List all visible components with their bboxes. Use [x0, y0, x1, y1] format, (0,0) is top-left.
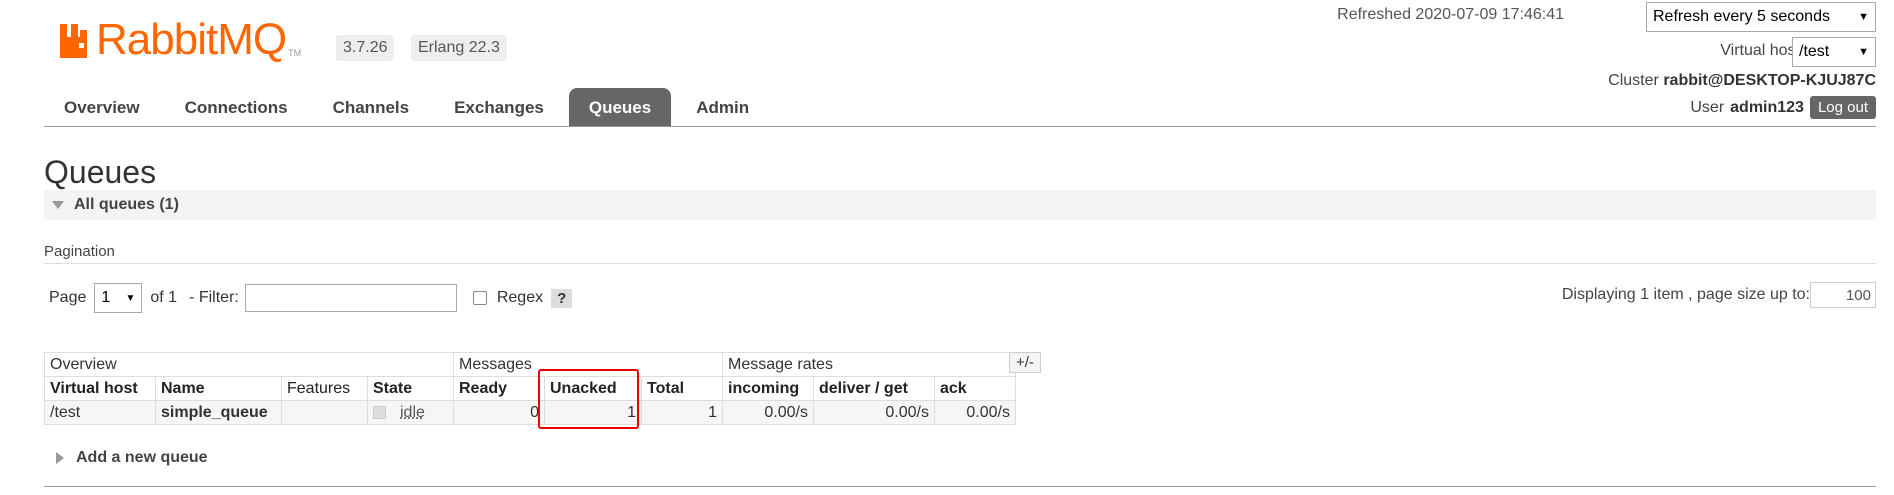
cell-ack: 0.00/s: [934, 400, 1016, 425]
pagination-controls: Page 1 ▼ of 1 - Filter: Regex ?: [49, 283, 573, 313]
user-value: admin123: [1730, 98, 1804, 116]
tab-channels[interactable]: Channels: [313, 88, 430, 126]
col-incoming[interactable]: incoming: [722, 376, 814, 401]
dropdown-arrow-icon: ▼: [1858, 46, 1869, 58]
cluster-value: rabbit@DESKTOP-KJUJ87C: [1663, 72, 1876, 89]
col-features: Features: [281, 376, 368, 401]
all-queues-section-bar[interactable]: [44, 190, 1876, 220]
col-state[interactable]: State: [367, 376, 454, 401]
all-queues-toggle[interactable]: All queues (1): [52, 196, 179, 214]
cluster-info: Cluster rabbit@DESKTOP-KJUJ87C: [1608, 72, 1876, 90]
highlight-annotation: [538, 369, 639, 429]
all-queues-label: All queues (1): [74, 196, 179, 213]
pagination-heading: Pagination: [44, 243, 115, 260]
logout-button[interactable]: Log out: [1809, 96, 1876, 119]
tab-divider: [44, 126, 1876, 127]
expand-triangle-icon: [56, 452, 64, 464]
col-ack[interactable]: ack: [934, 376, 1016, 401]
main-nav-tabs: Overview Connections Channels Exchanges …: [44, 88, 774, 126]
user-info: User admin123 Log out: [1690, 96, 1876, 119]
add-queue-label: Add a new queue: [76, 449, 208, 466]
col-deliver-get[interactable]: deliver / get: [813, 376, 935, 401]
tab-exchanges[interactable]: Exchanges: [434, 88, 564, 126]
pagination-divider: [44, 263, 1876, 264]
page-size-input[interactable]: 100: [1810, 282, 1876, 308]
tab-overview[interactable]: Overview: [44, 88, 160, 126]
regex-checkbox[interactable]: [472, 291, 487, 305]
state-value[interactable]: idle: [400, 404, 425, 421]
user-label: User: [1690, 98, 1725, 116]
tab-connections[interactable]: Connections: [165, 88, 308, 126]
cell-incoming: 0.00/s: [722, 400, 814, 425]
group-header-message-rates: Message rates: [722, 352, 1016, 377]
page-label: Page: [49, 289, 87, 306]
vhost-select[interactable]: /test ▼: [1792, 37, 1876, 67]
add-queue-toggle[interactable]: Add a new queue: [56, 449, 208, 467]
regex-label: Regex: [496, 289, 544, 306]
bottom-divider: [44, 486, 1876, 487]
dropdown-arrow-icon: ▼: [1858, 11, 1869, 23]
vhost-label: Virtual host: [1720, 42, 1800, 59]
filter-label: - Filter:: [189, 289, 239, 306]
group-header-overview: Overview: [44, 352, 454, 377]
dropdown-arrow-icon: ▼: [125, 292, 136, 304]
col-virtual-host[interactable]: Virtual host: [44, 376, 156, 401]
cell-features: [281, 400, 368, 425]
logo-text: RabbitMQ: [96, 15, 287, 64]
col-ready[interactable]: Ready: [453, 376, 545, 401]
refreshed-timestamp: Refreshed 2020-07-09 17:46:41: [1337, 6, 1564, 23]
rabbit-logo-icon: [60, 24, 87, 58]
cluster-label: Cluster: [1608, 72, 1659, 89]
table-row[interactable]: /test simple_queue idle 0 1 1 0.00/s 0.0…: [44, 400, 1016, 425]
page-title: Queues: [44, 154, 157, 190]
cell-total: 1: [641, 400, 723, 425]
vhost-value: /test: [1799, 43, 1830, 60]
queues-table: Overview Messages Message rates Virtual …: [44, 352, 1016, 425]
collapse-triangle-icon: [52, 201, 64, 209]
rabbitmq-logo[interactable]: RabbitMQ TM: [58, 12, 301, 62]
cell-ready: 0: [453, 400, 545, 425]
page-select[interactable]: 1 ▼: [94, 283, 143, 313]
page-of-label: of 1: [150, 289, 178, 306]
page-select-value: 1: [101, 289, 111, 306]
cell-vhost: /test: [44, 400, 156, 425]
cell-queue-name[interactable]: simple_queue: [155, 400, 282, 425]
regex-help-button[interactable]: ?: [551, 288, 573, 308]
version-badge: 3.7.26: [336, 35, 395, 61]
cell-deliver-get: 0.00/s: [813, 400, 935, 425]
col-total[interactable]: Total: [641, 376, 723, 401]
tab-queues[interactable]: Queues: [568, 88, 672, 126]
displaying-count: Displaying 1 item , page size up to:: [1561, 286, 1810, 303]
columns-toggle-button[interactable]: +/-: [1009, 352, 1041, 373]
state-indicator-icon: [373, 405, 386, 419]
filter-input[interactable]: [244, 284, 457, 312]
refresh-interval-value: Refresh every 5 seconds: [1653, 8, 1830, 25]
cell-state: idle: [367, 400, 454, 425]
refresh-interval-select[interactable]: Refresh every 5 seconds ▼: [1646, 2, 1876, 32]
col-name[interactable]: Name: [155, 376, 282, 401]
logo-tm: TM: [288, 48, 302, 58]
tab-admin[interactable]: Admin: [676, 88, 769, 126]
erlang-badge: Erlang 22.3: [411, 35, 507, 61]
